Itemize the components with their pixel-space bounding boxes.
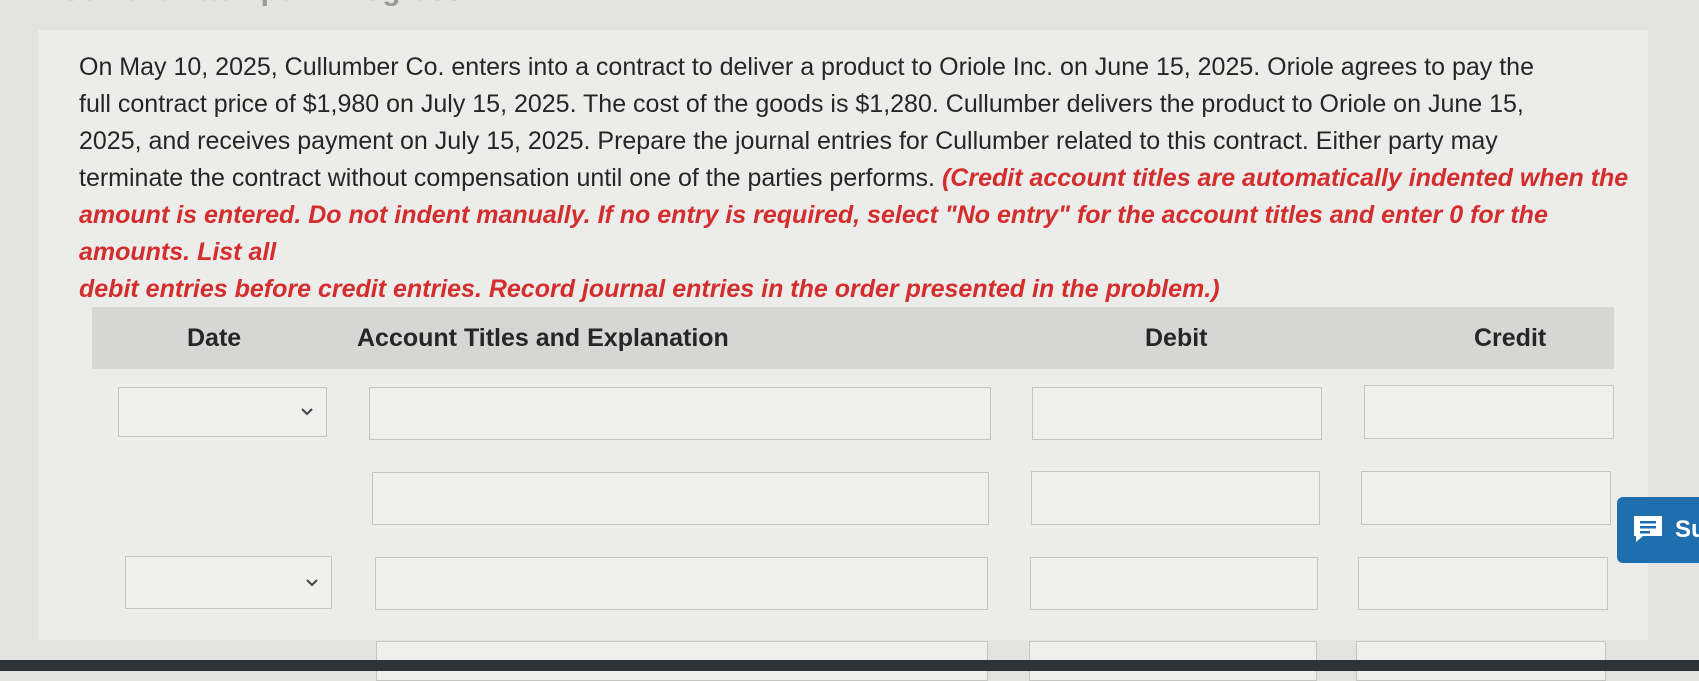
debit-input[interactable]	[1032, 387, 1322, 440]
date-column-header: Date	[187, 324, 242, 352]
credit-input[interactable]	[1364, 385, 1614, 439]
account-title-input[interactable]	[369, 387, 991, 440]
credit-column-header: Credit	[1474, 324, 1547, 352]
date-select[interactable]	[125, 556, 332, 609]
bottom-bar	[0, 660, 1699, 671]
problem-statement: On May 10, 2025, Cullumber Co. enters in…	[79, 49, 1639, 308]
chevron-down-icon	[301, 408, 313, 416]
credit-input[interactable]	[1358, 557, 1608, 610]
journal-table-header: Date Account Titles and Explanation Debi…	[92, 307, 1614, 369]
debit-input[interactable]	[1030, 557, 1318, 610]
page-heading: Current Attempt in Progress	[60, 0, 462, 8]
instructions-text: (Credit account titles are automatically…	[941, 164, 1629, 192]
support-button-label: Su	[1675, 516, 1699, 543]
problem-text-line: 2025, and receives payment on July 15, 2…	[79, 127, 1498, 155]
date-select[interactable]	[118, 387, 327, 437]
debit-column-header: Debit	[1145, 324, 1208, 352]
support-chat-button[interactable]: Su	[1617, 497, 1699, 563]
instructions-text: debit entries before credit entries. Rec…	[79, 275, 1220, 303]
problem-text-line: On May 10, 2025, Cullumber Co. enters in…	[79, 53, 1534, 81]
account-column-header: Account Titles and Explanation	[357, 324, 729, 352]
problem-text-line: terminate the contract without compensat…	[79, 164, 936, 192]
account-title-input[interactable]	[375, 557, 988, 610]
problem-text-line: full contract price of $1,980 on July 15…	[79, 90, 1524, 118]
chat-icon	[1634, 516, 1662, 542]
chevron-down-icon	[306, 578, 318, 586]
credit-input[interactable]	[1361, 471, 1611, 525]
account-title-input[interactable]	[372, 472, 989, 525]
debit-input[interactable]	[1031, 471, 1320, 525]
instructions-text: amount is entered. Do not indent manuall…	[79, 201, 1548, 266]
